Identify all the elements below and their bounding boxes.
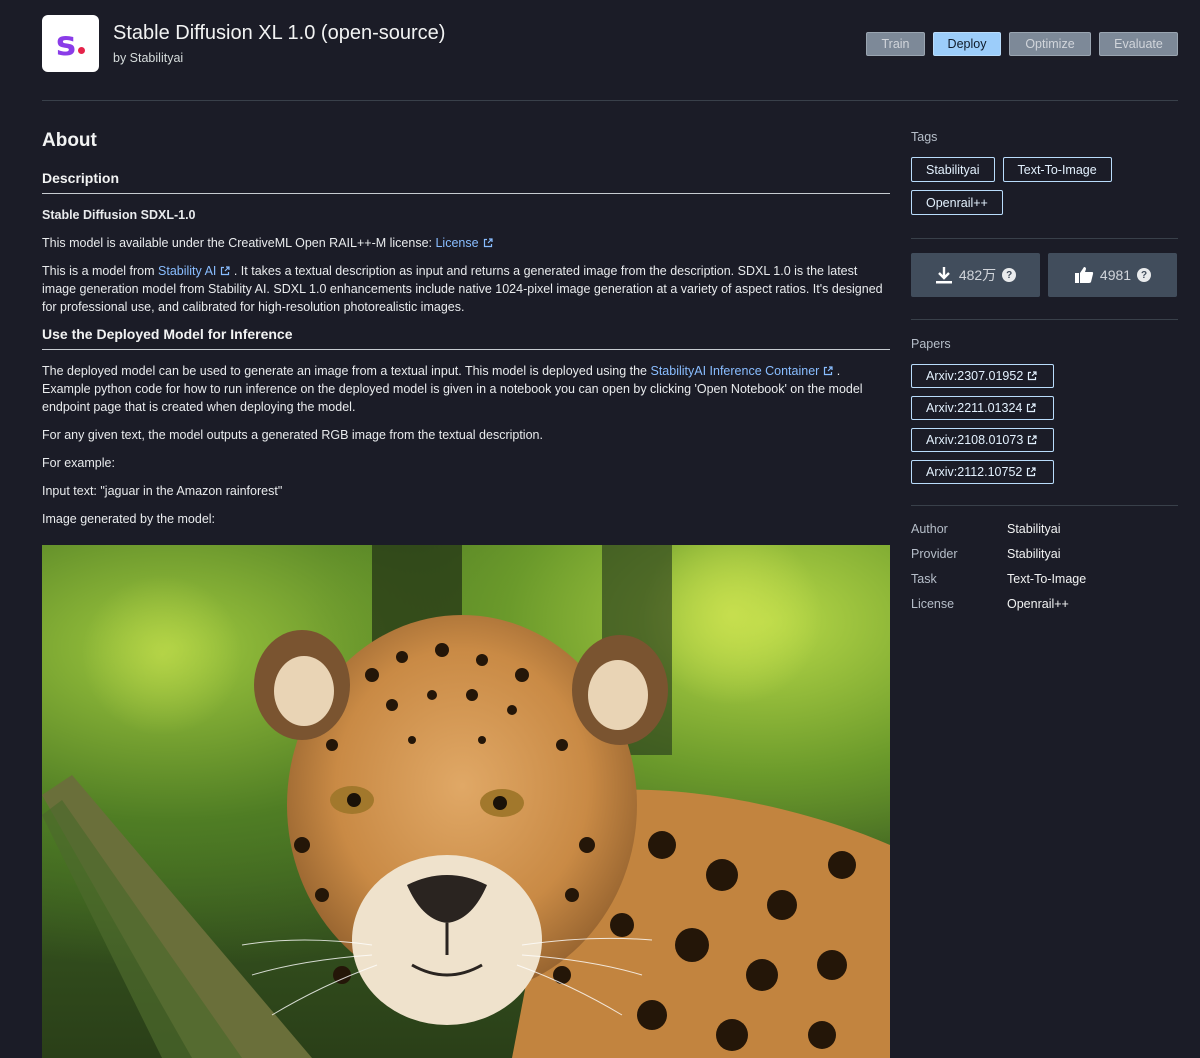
papers-list: Arxiv:2307.01952 Arxiv:2211.01324 Arxiv:… <box>911 364 1178 484</box>
about-heading: About <box>42 130 97 151</box>
model-actions: Train Deploy Optimize Evaluate <box>866 32 1178 56</box>
download-icon <box>935 267 952 284</box>
stability-ai-link[interactable]: Stability AI <box>158 264 216 278</box>
external-link-icon[interactable] <box>483 238 493 248</box>
tag-stabilityai[interactable]: Stabilityai <box>911 157 995 182</box>
meta-key-provider: Provider <box>911 547 958 561</box>
downloads-stat: 482万 ? <box>911 253 1040 297</box>
description-heading: Description <box>42 170 890 194</box>
model-sidebar: Tags Stabilityai Text-To-Image Openrail+… <box>911 130 1178 611</box>
external-link-icon <box>1028 371 1037 381</box>
external-link-icon[interactable] <box>823 366 833 376</box>
meta-key-task: Task <box>911 572 937 586</box>
inference-heading: Use the Deployed Model for Inference <box>42 326 890 350</box>
paper-link[interactable]: Arxiv:2307.01952 <box>911 364 1054 388</box>
model-byline: by Stabilityai <box>113 51 184 65</box>
thumbs-up-icon <box>1074 267 1094 283</box>
meta-key-license: License <box>911 597 955 611</box>
about-section: About Description Stable Diffusion SDXL-… <box>42 130 890 538</box>
input-text: Input text: "jaguar in the Amazon rainfo… <box>42 484 283 498</box>
papers-label: Papers <box>911 337 951 351</box>
generated-jaguar-image <box>42 545 890 1058</box>
sidebar-divider <box>911 319 1178 320</box>
paper-link-label: Arxiv:2112.10752 <box>926 465 1023 479</box>
likes-stat: 4981 ? <box>1048 253 1177 297</box>
external-link-icon[interactable] <box>220 266 230 276</box>
external-link-icon <box>1027 403 1036 413</box>
license-link[interactable]: License <box>435 236 478 250</box>
meta-value-task: Text-To-Image <box>1007 572 1087 586</box>
likes-help-icon[interactable]: ? <box>1137 268 1152 282</box>
paper-link[interactable]: Arxiv:2211.01324 <box>911 396 1054 420</box>
external-link-icon <box>1028 435 1037 445</box>
license-paragraph: This model is available under the Creati… <box>42 234 890 252</box>
external-link-icon <box>1027 467 1036 477</box>
paper-link[interactable]: Arxiv:2108.01073 <box>911 428 1054 452</box>
tags-label: Tags <box>911 130 938 144</box>
model-stats: 482万 ? 4981 ? <box>911 253 1178 297</box>
page-header: s Stable Diffusion XL 1.0 (open-source) … <box>0 0 1200 100</box>
paper-link[interactable]: Arxiv:2112.10752 <box>911 460 1054 484</box>
generated-image-label: Image generated by the model: <box>42 512 216 526</box>
meta-value-provider: Stabilityai <box>1007 547 1061 561</box>
stabilityai-logo: s <box>42 15 99 72</box>
meta-value-author: Stabilityai <box>1007 522 1061 536</box>
license-text: This model is available under the Creati… <box>42 236 436 250</box>
inference-prefix: The deployed model can be used to genera… <box>42 364 651 378</box>
model-from-prefix: This is a model from <box>42 264 159 278</box>
example-label: For example: <box>42 456 115 470</box>
logo-dot <box>78 47 86 54</box>
page-title: Stable Diffusion XL 1.0 (open-source) <box>113 22 446 44</box>
model-from-paragraph: This is a model from Stability AI . It t… <box>42 262 890 316</box>
model-name: Stable Diffusion SDXL-1.0 <box>42 208 196 222</box>
logo-letter: s <box>55 23 77 64</box>
paper-link-label: Arxiv:2211.01324 <box>926 401 1023 415</box>
paper-link-label: Arxiv:2307.01952 <box>926 369 1024 383</box>
tag-list: Stabilityai Text-To-Image Openrail++ <box>911 157 1171 215</box>
model-metadata: Author Stabilityai Provider Stabilityai … <box>911 522 1178 611</box>
optimize-button[interactable]: Optimize <box>1009 32 1091 56</box>
header-divider <box>42 100 1178 101</box>
output-paragraph: For any given text, the model outputs a … <box>42 428 543 442</box>
inference-container-link[interactable]: StabilityAI Inference Container <box>650 364 819 378</box>
deploy-button[interactable]: Deploy <box>933 32 1001 56</box>
downloads-help-icon[interactable]: ? <box>1002 268 1017 282</box>
inference-paragraph: The deployed model can be used to genera… <box>42 362 890 416</box>
sidebar-divider <box>911 505 1178 506</box>
meta-key-author: Author <box>911 522 948 536</box>
jaguar-illustration <box>42 545 890 1058</box>
meta-value-license: Openrail++ <box>1007 597 1069 611</box>
tag-text-to-image[interactable]: Text-To-Image <box>1002 157 1112 182</box>
likes-count: 4981 <box>1099 267 1132 283</box>
paper-link-label: Arxiv:2108.01073 <box>926 433 1024 447</box>
evaluate-button[interactable]: Evaluate <box>1099 32 1178 56</box>
downloads-count: 482万 <box>958 267 997 283</box>
train-button[interactable]: Train <box>866 32 925 56</box>
tag-openrail[interactable]: Openrail++ <box>911 190 1003 215</box>
sidebar-divider <box>911 238 1178 239</box>
